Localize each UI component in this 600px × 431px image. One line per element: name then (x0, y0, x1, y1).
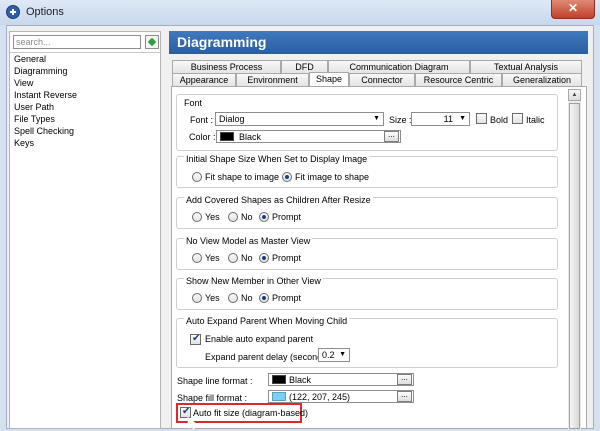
category-list: General Diagramming View Instant Reverse… (13, 53, 159, 149)
covered-prompt-label: Prompt (272, 212, 302, 222)
noview-radio-no[interactable] (228, 253, 238, 263)
close-icon: ✕ (567, 1, 579, 15)
auto-fit-size-label: Auto fit size (diagram-based) (193, 408, 309, 418)
tab-appearance[interactable]: Appearance (172, 73, 236, 86)
scroll-up-icon: ▲ (571, 92, 578, 98)
newmember-radio-prompt[interactable] (259, 293, 269, 303)
shape-line-format-field[interactable]: Black ... (268, 373, 414, 386)
enable-auto-expand-checkbox[interactable] (190, 333, 201, 345)
bold-checkbox[interactable] (476, 113, 487, 124)
page-title: Diagramming (169, 31, 588, 54)
radio-fit-shape-to-image[interactable] (192, 172, 202, 182)
shape-fill-swatch (272, 392, 286, 401)
category-panel: General Diagramming View Instant Reverse… (9, 31, 161, 429)
chevron-down-icon: ▼ (339, 351, 346, 358)
tab-generalization[interactable]: Generalization (502, 73, 582, 86)
color-label: Color : (189, 132, 216, 142)
search-input[interactable] (13, 35, 141, 49)
noview-yes-label: Yes (205, 253, 220, 263)
noview-no-label: No (241, 253, 253, 263)
tab-environment[interactable]: Environment (236, 73, 309, 86)
shape-line-swatch (272, 375, 286, 384)
size-select[interactable]: 11 ▼ (411, 112, 470, 126)
app-icon (6, 5, 20, 19)
no-view-model-title: No View Model as Master View (184, 236, 313, 246)
category-item-user-path[interactable]: User Path (13, 101, 159, 113)
title-bar: Options ✕ (0, 0, 600, 25)
newmember-prompt-label: Prompt (272, 293, 302, 303)
noview-radio-prompt[interactable] (259, 253, 269, 263)
search-button[interactable] (145, 35, 159, 49)
font-color-field[interactable]: Black ... (216, 130, 401, 143)
tab-communication-diagram[interactable]: Communication Diagram (328, 60, 470, 73)
category-item-view[interactable]: View (13, 77, 159, 89)
size-label: Size : (389, 115, 412, 125)
expand-delay-select[interactable]: 0.2 ▼ (318, 348, 350, 362)
font-group-title: Font (184, 98, 203, 108)
category-item-instant-reverse[interactable]: Instant Reverse (13, 89, 159, 101)
tab-textual-analysis[interactable]: Textual Analysis (470, 60, 582, 73)
tab-connector[interactable]: Connector (349, 73, 415, 86)
covered-radio-yes[interactable] (192, 212, 202, 222)
shape-fill-format-label: Shape fill format : (177, 393, 248, 403)
scroll-up-button[interactable]: ▲ (568, 89, 581, 101)
auto-expand-title: Auto Expand Parent When Moving Child (184, 316, 350, 326)
covered-radio-no[interactable] (228, 212, 238, 222)
chevron-down-icon: ▼ (459, 115, 466, 122)
covered-no-label: No (241, 212, 253, 222)
tab-shape[interactable]: Shape (309, 72, 349, 86)
shape-line-value: Black (289, 375, 312, 385)
new-member-title: Show New Member in Other View (184, 276, 323, 286)
font-color-value: Black (239, 132, 262, 142)
italic-checkbox[interactable] (512, 113, 523, 124)
radio-fit-image-to-shape[interactable] (282, 172, 292, 182)
close-button[interactable]: ✕ (551, 0, 595, 19)
shape-line-button[interactable]: ... (397, 374, 412, 385)
font-select[interactable]: Dialog ▼ (215, 112, 384, 126)
chevron-down-icon: ▼ (373, 115, 380, 122)
shape-line-format-label: Shape line format : (177, 376, 253, 386)
category-item-spell-checking[interactable]: Spell Checking (13, 125, 159, 137)
expand-delay-label: Expand parent delay (second): (205, 352, 328, 362)
window-title: Options (26, 6, 64, 18)
newmember-radio-yes[interactable] (192, 293, 202, 303)
category-item-keys[interactable]: Keys (13, 137, 159, 149)
category-item-diagramming[interactable]: Diagramming (13, 65, 159, 77)
scrollbar-thumb[interactable] (569, 103, 580, 429)
newmember-yes-label: Yes (205, 293, 220, 303)
shape-fill-format-field[interactable]: (122, 207, 245) ... (268, 390, 414, 403)
font-color-swatch (220, 132, 234, 141)
fit-image-to-shape-label: Fit image to shape (295, 172, 370, 182)
covered-yes-label: Yes (205, 212, 220, 222)
newmember-no-label: No (241, 293, 253, 303)
noview-radio-yes[interactable] (192, 253, 202, 263)
noview-prompt-label: Prompt (272, 253, 302, 263)
font-label: Font : (190, 115, 214, 125)
shape-fill-button[interactable]: ... (397, 391, 412, 402)
italic-label: Italic (526, 115, 545, 125)
initial-shape-size-title: Initial Shape Size When Set to Display I… (184, 154, 370, 164)
covered-radio-prompt[interactable] (259, 212, 269, 222)
search-icon (147, 37, 157, 47)
newmember-radio-no[interactable] (228, 293, 238, 303)
category-item-general[interactable]: General (13, 53, 159, 65)
font-color-button[interactable]: ... (384, 131, 399, 142)
tab-resource-centric[interactable]: Resource Centric (415, 73, 502, 86)
category-item-file-types[interactable]: File Types (13, 113, 159, 125)
tab-business-process[interactable]: Business Process (172, 60, 281, 73)
bold-label: Bold (490, 115, 509, 125)
enable-auto-expand-label: Enable auto expand parent (205, 334, 314, 344)
shape-fill-value: (122, 207, 245) (289, 392, 351, 402)
covered-shapes-title: Add Covered Shapes as Children After Res… (184, 195, 373, 205)
fit-shape-to-image-label: Fit shape to image (205, 172, 280, 182)
